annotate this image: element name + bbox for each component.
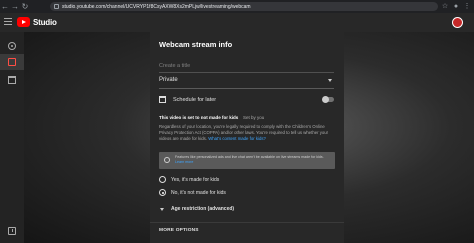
kids-feature-notice: Features like personalized ads and live … xyxy=(159,152,335,169)
rail-item-feedback[interactable] xyxy=(0,223,24,239)
made-for-kids-no-radio[interactable] xyxy=(159,189,166,196)
schedule-label: Schedule for later xyxy=(173,97,217,103)
notice-link[interactable]: Learn more xyxy=(175,160,193,164)
rail-item-webcam[interactable] xyxy=(0,54,24,70)
kids-set-by: Set by you xyxy=(243,115,265,120)
studio-header: Studio xyxy=(0,13,474,32)
made-for-kids-yes-radio[interactable] xyxy=(159,176,166,183)
more-options-button[interactable]: MORE OPTIONS xyxy=(159,228,199,233)
age-restriction-toggle[interactable]: Age restriction (advanced) xyxy=(171,206,234,212)
made-for-kids-no-label[interactable]: No, it's not made for kids xyxy=(171,190,226,196)
privacy-value: Private xyxy=(159,77,178,83)
address-url: studio.youtube.com/channel/UCVRYP1f8CsyA… xyxy=(62,3,251,10)
chevron-down-icon[interactable] xyxy=(160,208,164,211)
address-bar[interactable]: studio.youtube.com/channel/UCVRYP1f8CsyA… xyxy=(50,2,438,11)
extension-icon[interactable]: ● xyxy=(452,0,460,13)
studio-brand: Studio xyxy=(33,18,57,27)
back-icon[interactable]: ← xyxy=(0,0,10,13)
browser-menu-icon[interactable]: ⋮ xyxy=(463,0,471,13)
privacy-select[interactable]: Private xyxy=(159,77,334,88)
star-icon[interactable]: ☆ xyxy=(441,0,449,13)
notice-body: Features like personalized ads and live … xyxy=(175,155,324,159)
live-stream-icon xyxy=(8,42,16,50)
title-input-underline xyxy=(159,72,334,73)
forward-icon[interactable]: → xyxy=(10,0,20,13)
kids-status: This video is set to not made for kids xyxy=(159,115,239,120)
calendar-icon xyxy=(8,76,16,84)
info-icon xyxy=(164,157,170,163)
app-root: ← → ↻ studio.youtube.com/channel/UCVRYP1… xyxy=(0,0,474,243)
webcam-stream-info-dialog: Webcam stream info Create a title Privat… xyxy=(150,32,344,243)
made-for-kids-yes-label[interactable]: Yes, it's made for kids xyxy=(171,177,219,183)
rail-item-manage[interactable] xyxy=(0,72,24,88)
youtube-logo-icon[interactable] xyxy=(17,17,30,27)
notice-text: Features like personalized ads and live … xyxy=(175,155,330,165)
title-input[interactable]: Create a title xyxy=(159,63,190,69)
reload-icon[interactable]: ↻ xyxy=(20,0,30,13)
rail-item-stream[interactable] xyxy=(0,38,24,54)
avatar[interactable] xyxy=(452,17,463,28)
coppa-link[interactable]: What's content made for kids? xyxy=(208,136,266,141)
dialog-title: Webcam stream info xyxy=(159,40,233,49)
schedule-toggle[interactable] xyxy=(322,96,334,103)
dropdown-arrow-icon xyxy=(328,79,332,82)
browser-toolbar: ← → ↻ studio.youtube.com/channel/UCVRYP1… xyxy=(0,0,474,13)
coppa-text: Regardless of your location, you're lega… xyxy=(159,124,337,142)
lock-icon xyxy=(54,4,59,9)
feedback-icon xyxy=(8,227,16,235)
privacy-select-underline xyxy=(159,88,334,89)
left-rail xyxy=(0,32,24,243)
divider xyxy=(150,222,344,223)
webcam-icon xyxy=(8,58,16,66)
hamburger-menu-icon[interactable] xyxy=(4,18,12,26)
calendar-icon xyxy=(159,96,166,103)
